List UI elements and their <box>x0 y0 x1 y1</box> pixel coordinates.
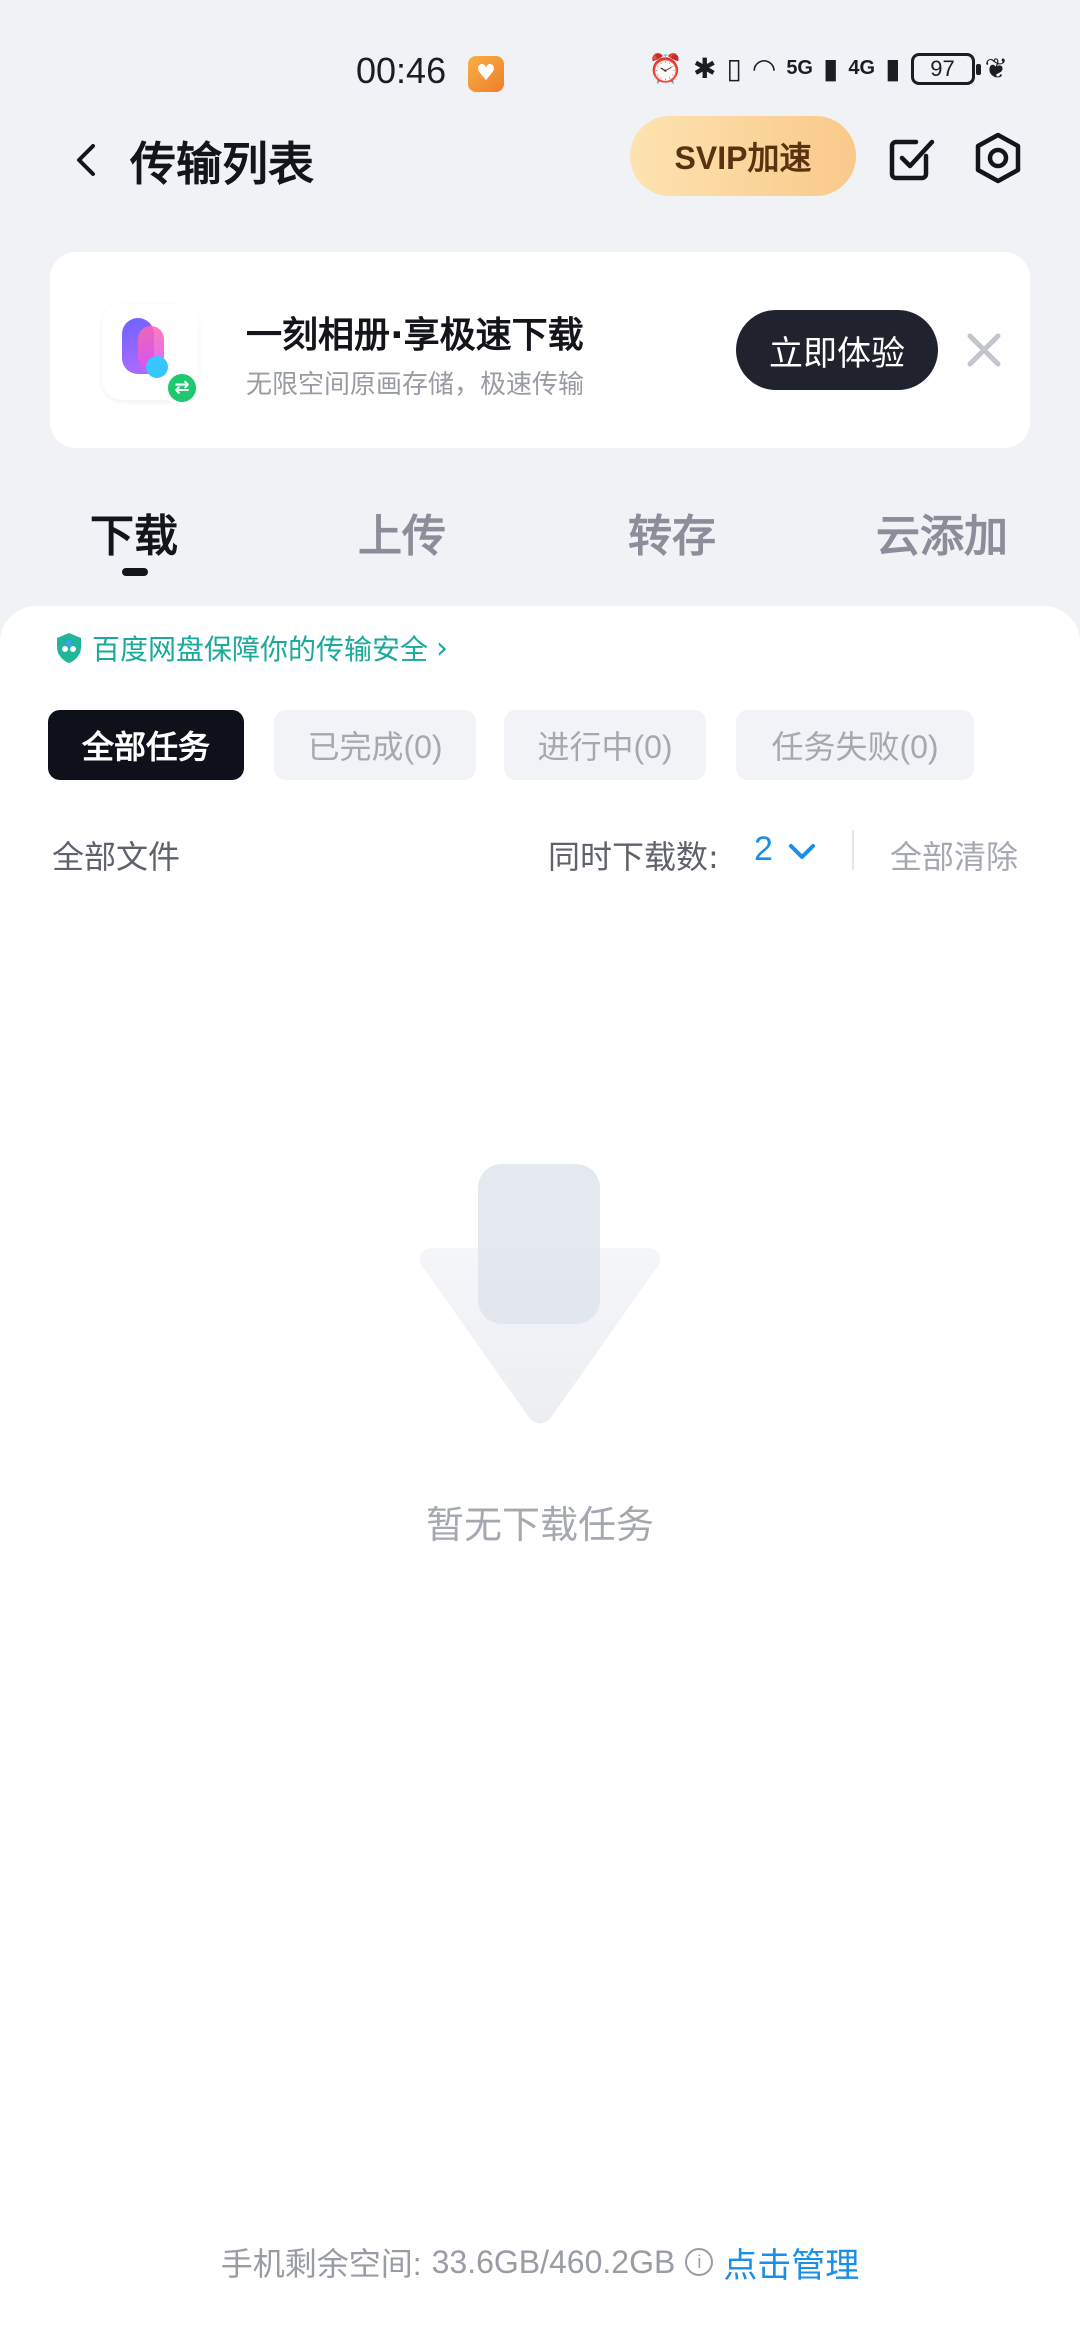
info-icon[interactable]: i <box>685 2248 714 2276</box>
svip-boost-button[interactable]: SVIP加速 <box>630 116 856 196</box>
gear-icon <box>975 132 1021 184</box>
storage-value: 33.6GB/460.2GB <box>431 2243 676 2280</box>
all-files-label: 全部文件 <box>52 838 181 876</box>
shield-icon <box>57 633 81 663</box>
wifi-icon: ◠ <box>751 53 777 84</box>
filter-completed[interactable]: 已完成(0) <box>274 710 476 780</box>
header: 传输列表 SVIP加速 <box>0 110 1080 210</box>
empty-download-icon <box>419 1164 661 1424</box>
network-2-label: 4G <box>848 57 876 79</box>
promo-banner[interactable]: ⇄ 一刻相册·享极速下载 无限空间原画存储，极速传输 立即体验 <box>50 252 1030 448</box>
safety-notice[interactable]: 百度网盘保障你的传输安全 › <box>54 628 448 668</box>
tab-upload[interactable]: 上传 <box>358 500 446 564</box>
list-header: 全部文件 同时下载数: 2 全部清除 <box>0 824 1080 884</box>
concurrent-downloads-label: 同时下载数: <box>548 838 719 876</box>
try-now-button[interactable]: 立即体验 <box>736 310 938 390</box>
close-icon[interactable] <box>962 328 1006 372</box>
filter-in-progress[interactable]: 进行中(0) <box>504 710 706 780</box>
status-icons: ⏰ ✱ ▯ ◠ 5G ▮ 4G ▮ 97 ❦ <box>648 52 1008 85</box>
transfer-tabs: 下载 上传 转存 云添加 <box>0 500 1080 590</box>
chevron-down-icon[interactable] <box>786 840 818 864</box>
signal-2-icon: ▮ <box>885 53 901 84</box>
tab-cloud-add[interactable]: 云添加 <box>876 500 1008 564</box>
transfer-icon: ⇄ <box>164 370 200 406</box>
settings-button[interactable] <box>966 126 1030 190</box>
chevron-right-icon: › <box>436 630 449 666</box>
storage-label: 手机剩余空间: <box>220 2246 422 2282</box>
active-tab-indicator <box>122 568 148 576</box>
chevron-left-icon <box>77 144 95 176</box>
multi-select-button[interactable] <box>880 126 944 190</box>
alarm-icon: ⏰ <box>648 53 683 84</box>
leaf-icon: ❦ <box>984 53 1008 84</box>
empty-state-message: 暂无下载任务 <box>425 1503 654 1547</box>
divider <box>852 830 854 870</box>
filter-all-tasks[interactable]: 全部任务 <box>48 710 244 780</box>
tab-save[interactable]: 转存 <box>628 500 716 564</box>
vibrate-icon: ▯ <box>726 53 742 84</box>
health-app-icon: ♥ <box>468 56 504 92</box>
signal-1-icon: ▮ <box>823 53 839 84</box>
tab-download[interactable]: 下载 <box>90 500 178 564</box>
safety-notice-text: 百度网盘保障你的传输安全 <box>92 633 429 666</box>
battery-icon: 97 <box>910 52 981 85</box>
concurrent-downloads-value[interactable]: 2 <box>754 830 773 869</box>
status-time: 00:46 <box>356 50 447 91</box>
checkbox-icon <box>889 139 935 181</box>
manage-storage-link[interactable]: 点击管理 <box>723 2238 859 2287</box>
network-1-label: 5G <box>786 57 813 79</box>
promo-title: 一刻相册·享极速下载 <box>246 315 584 356</box>
filter-failed[interactable]: 任务失败(0) <box>736 710 974 780</box>
storage-footer: 手机剩余空间: 33.6GB/460.2GB i 点击管理 <box>0 2234 1080 2290</box>
yike-album-logo: ⇄ <box>102 304 200 406</box>
bluetooth-icon: ✱ <box>692 53 717 84</box>
download-panel: 百度网盘保障你的传输安全 › 全部任务 已完成(0) 进行中(0) 任务失败(0… <box>0 606 1080 2344</box>
promo-subtitle: 无限空间原画存储，极速传输 <box>246 370 585 400</box>
back-button[interactable] <box>56 130 116 190</box>
page-title: 传输列表 <box>130 137 314 191</box>
clear-all-button[interactable]: 全部清除 <box>890 832 1018 878</box>
